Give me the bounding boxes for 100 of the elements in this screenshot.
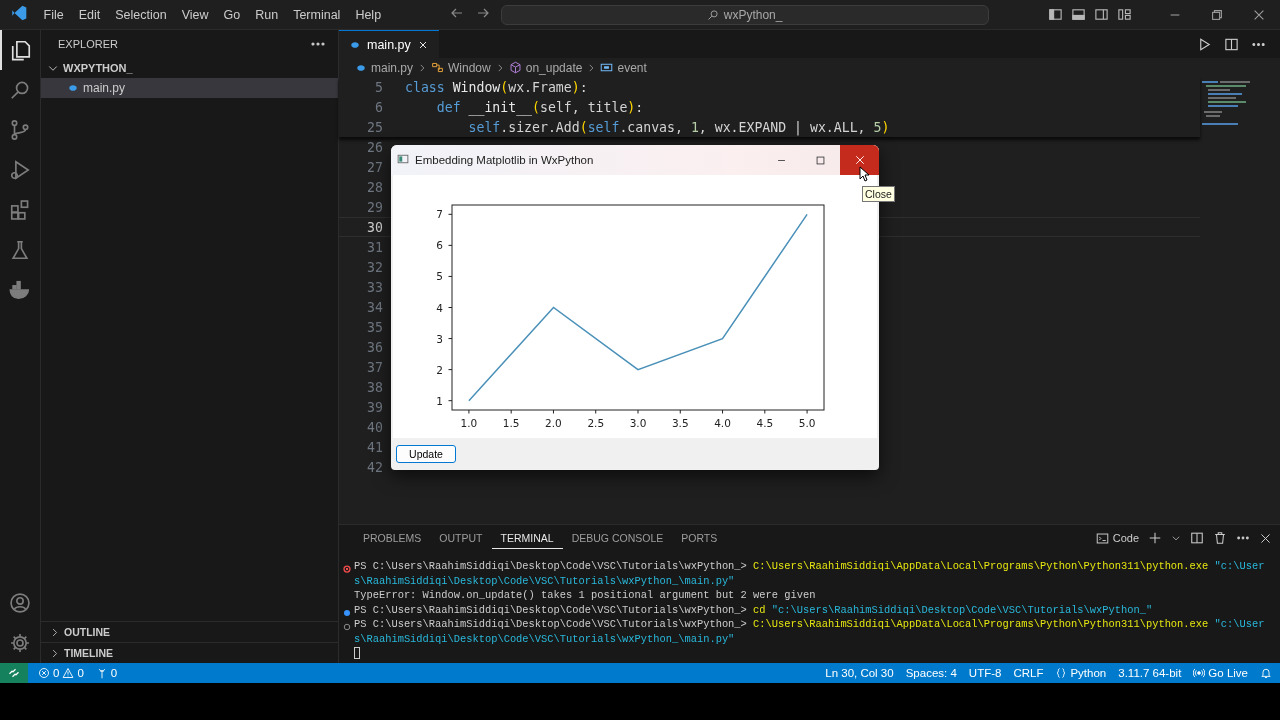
menu-item[interactable]: Run [247,7,286,22]
command-center-search[interactable]: wxPython_ [500,4,989,25]
status-item[interactable]: CRLF [1007,667,1050,679]
menu-item[interactable]: Help [347,7,389,22]
line-number: 40 [366,419,383,435]
extensions-icon[interactable] [9,199,31,221]
editor-tab[interactable]: main.py [339,30,439,58]
line-number: 37 [366,359,383,375]
whale-icon[interactable] [9,279,31,301]
breadcrumb-item[interactable]: main.py [371,60,414,75]
account-icon[interactable] [9,592,31,614]
status-dot-icon [343,608,351,617]
restore-icon[interactable] [1210,7,1224,22]
terminal-icon [1095,531,1109,545]
trash-icon[interactable] [1213,531,1227,545]
status-item[interactable]: Spaces: 4 [899,667,963,679]
settings-icon[interactable] [9,632,31,654]
ports-button[interactable]: 0 [89,667,124,679]
tick-label: 7 [436,208,443,221]
source-control-icon[interactable] [9,119,31,141]
caret-icon[interactable] [1171,533,1181,543]
toggle-panel-icon[interactable] [1071,7,1086,22]
line-number: 27 [366,159,383,175]
plus-icon[interactable] [1148,531,1162,545]
line-number: 5 [374,79,383,95]
menu-item[interactable]: Go [216,7,248,22]
split-terminal-icon[interactable] [1190,531,1204,545]
files-icon[interactable] [10,39,32,61]
update-button[interactable]: Update [396,445,456,463]
tick-label: 4.5 [756,417,774,429]
line-number: 39 [366,399,383,415]
remote-button[interactable] [0,663,28,683]
maximize-icon [815,154,826,166]
class-icon [431,61,445,74]
close-icon[interactable] [1259,531,1272,545]
menu-item[interactable]: File [36,7,72,22]
menu-item[interactable]: View [174,7,216,22]
split-editor-icon[interactable] [1224,36,1239,52]
tick-label: 5.0 [798,417,816,429]
menu-item[interactable]: Selection [107,7,175,22]
problems-button[interactable]: 0 0 [32,667,90,679]
search-icon[interactable] [9,79,31,101]
breadcrumb-item[interactable]: event [617,60,647,75]
close-button[interactable] [840,145,879,175]
status-item[interactable]: UTF-8 [962,667,1008,679]
terminal-cursor [354,647,360,660]
section-header[interactable]: OUTLINE [41,621,338,642]
terminal-profile-button[interactable]: Code [1095,531,1139,545]
tick-label: 2.5 [587,417,605,429]
run-icon[interactable] [1197,36,1212,52]
toggle-secondary-sidebar-icon[interactable] [1094,7,1109,22]
status-item[interactable]: Python [1049,667,1113,679]
error-icon [38,667,50,679]
broadcast-icon [1193,667,1206,679]
tick-label: 2.0 [545,417,562,429]
panel-tab[interactable]: DEBUG CONSOLE [562,527,673,549]
terminal-line: PS C:\Users\RaahimSiddiqi\Desktop\Code\VSC\Tutorials\wxPython_> C:\Users\RaahimSiddiqi\AppData\Local\Programs\Python\Python311\python.exe "c:\Users\RaahimSiddiqi\Desktop\Code\VSC\Tutorials\wxPython_\main.py" [354,560,1265,587]
status-item[interactable]: Ln 30, Col 30 [819,667,900,679]
tick-label: 2 [436,363,443,376]
panel-tab[interactable]: OUTPUT [430,527,492,549]
run-debug-icon[interactable] [9,159,31,181]
breadcrumb-item[interactable]: on_update [525,60,583,75]
close-icon [853,154,866,166]
line-number: 42 [366,459,383,475]
line-number: 35 [366,319,383,335]
terminal-line: PS C:\Users\RaahimSiddiqi\Desktop\Code\VSC\Tutorials\wxPython_> C:\Users\RaahimSiddiqi\AppData\Local\Programs\Python\Python311\python.exe "c:\Users\RaahimSiddiqi\Desktop\Code\VSC\Tutorials\wxPython_\main.py" [354,618,1265,645]
line-number: 30 [366,219,383,235]
tick-label: 4.0 [714,417,731,429]
status-item[interactable]: Go Live [1187,667,1254,679]
status-item[interactable]: 3.11.7 64-bit [1112,667,1188,679]
line-number: 28 [366,179,383,195]
panel-tab[interactable]: PROBLEMS [354,527,431,549]
variable-icon [600,61,614,74]
code-line: self.sizer.Add(self.canvas, 1, wx.EXPAND | wx.ALL, 5) [467,119,890,135]
tick-label: 1 [436,394,443,407]
tick-label: 3 [436,332,443,345]
tick-label: 5 [436,270,443,283]
code-editor-logo-icon [10,4,28,22]
breadcrumb-item[interactable]: Window [448,60,491,75]
window-title: Embedding Matplotlib in WxPython [415,154,594,166]
panel-tab[interactable]: PORTS [672,527,727,549]
line-number: 41 [366,439,383,455]
tick-label: 1.5 [502,417,520,429]
terminal-line: TypeError: Window.on_update() takes 1 positional argument but 2 were given [354,589,816,601]
panel-tab[interactable]: TERMINAL [491,527,563,549]
cube-icon [508,61,522,74]
tick-label: 1.0 [460,417,478,429]
toggle-sidebar-icon[interactable] [1048,7,1063,22]
bell-icon[interactable] [1260,667,1272,679]
menu-item[interactable]: Terminal [285,7,348,22]
line-number: 26 [366,139,383,155]
flask-icon[interactable] [9,239,31,261]
line-number: 29 [366,199,383,215]
layout-icon[interactable] [1117,7,1132,22]
line-number: 31 [366,239,383,255]
menu-item[interactable]: Edit [71,7,108,22]
explorer-item[interactable]: main.py [41,78,338,98]
line-number: 33 [366,279,383,295]
folder-item[interactable]: WXPYTHON_ [41,58,338,78]
code-line: class Window(wx.Frame): [404,79,588,95]
